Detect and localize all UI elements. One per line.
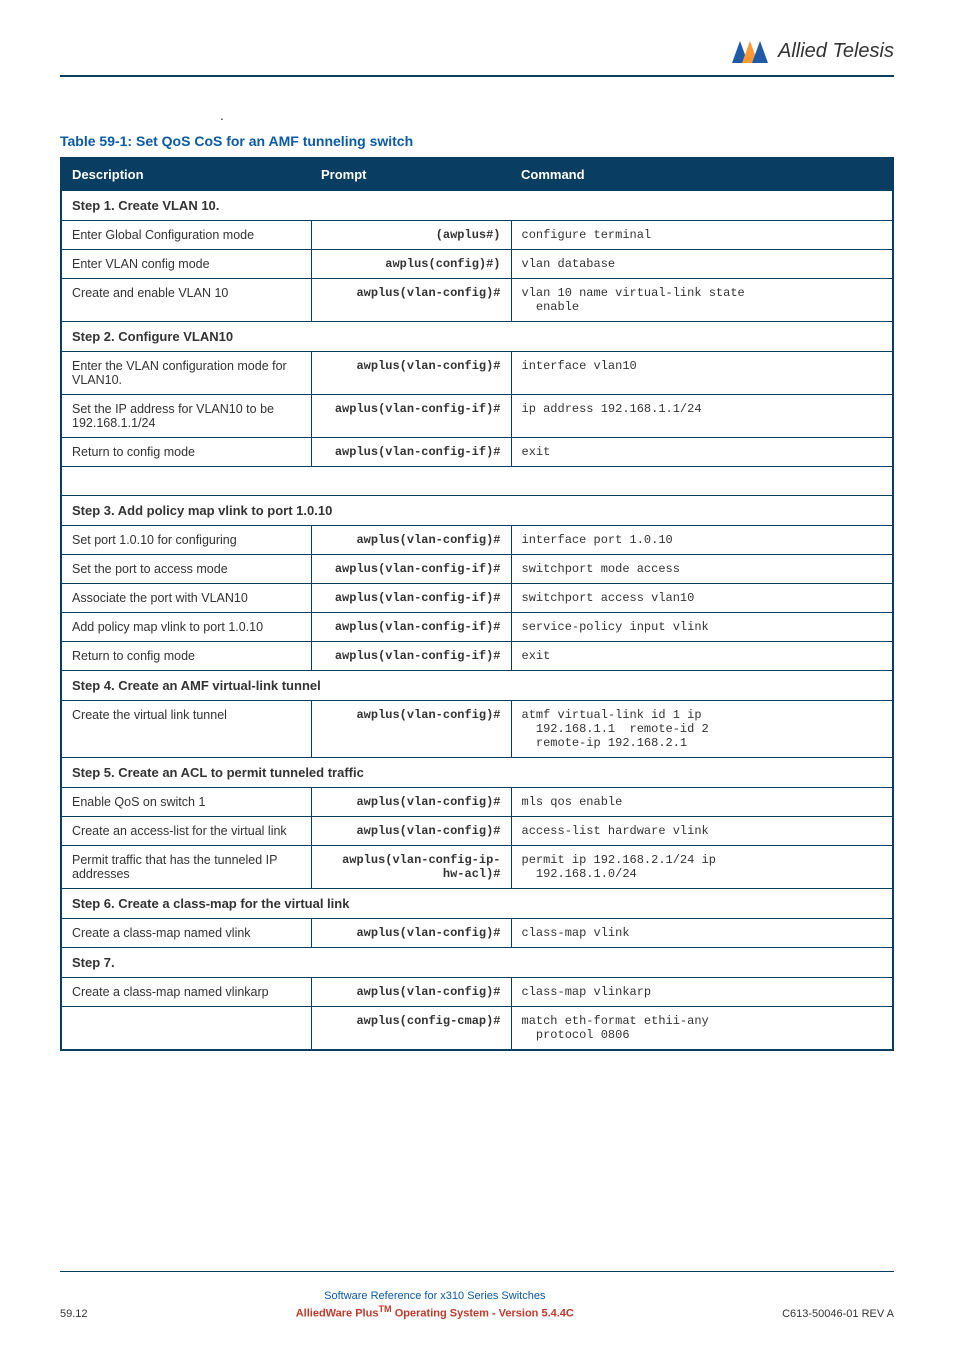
table-row: awplus(config-cmap)#match eth-format eth…	[61, 1007, 893, 1051]
table-row: Create an access-list for the virtual li…	[61, 817, 893, 846]
cell-prompt: awplus(vlan-config-if)#	[311, 438, 511, 467]
cell-desc: Set the port to access mode	[61, 555, 311, 584]
empty-row	[61, 467, 893, 496]
cell-prompt: awplus(vlan-config)#	[311, 919, 511, 948]
doc-revision: C613-50046-01 REV A	[782, 1308, 894, 1320]
cell-desc: Set the IP address for VLAN10 to be 192.…	[61, 395, 311, 438]
cell-desc: Enter VLAN config mode	[61, 250, 311, 279]
cell-cmd: atmf virtual-link id 1 ip 192.168.1.1 re…	[511, 701, 893, 758]
brand-logo: Allied Telesis	[732, 40, 894, 63]
page-footer: 59.12 Software Reference for x310 Series…	[60, 1271, 894, 1320]
table-row: Enter the VLAN configuration mode for VL…	[61, 352, 893, 395]
cell-cmd: vlan database	[511, 250, 893, 279]
cell-prompt: awplus(vlan-config)#	[311, 279, 511, 322]
cell-cmd: vlan 10 name virtual-link state enable	[511, 279, 893, 322]
decorative-dot: .	[220, 107, 894, 123]
table-row: Associate the port with VLAN10awplus(vla…	[61, 584, 893, 613]
step3-title: Step 3. Add policy map vlink to port 1.0…	[61, 496, 893, 526]
cell-desc: Return to config mode	[61, 642, 311, 671]
table-row: Enable QoS on switch 1awplus(vlan-config…	[61, 788, 893, 817]
footer-center: Software Reference for x310 Series Switc…	[296, 1290, 574, 1320]
cell-desc: Set port 1.0.10 for configuring	[61, 526, 311, 555]
cell-desc: Return to config mode	[61, 438, 311, 467]
allied-telesis-icon	[732, 41, 772, 63]
cell-desc: Create a class-map named vlink	[61, 919, 311, 948]
table-row: Permit traffic that has the tunneled IP …	[61, 846, 893, 889]
cell-desc: Create a class-map named vlinkarp	[61, 978, 311, 1007]
cell-prompt: awplus(vlan-config)#	[311, 788, 511, 817]
cell-cmd: switchport access vlan10	[511, 584, 893, 613]
cell-cmd: exit	[511, 438, 893, 467]
cell-desc: Create and enable VLAN 10	[61, 279, 311, 322]
table-caption: Table 59-1: Set QoS CoS for an AMF tunne…	[60, 133, 894, 149]
cell-desc	[61, 1007, 311, 1051]
cell-prompt: awplus(vlan-config-if)#	[311, 395, 511, 438]
table-row: Return to config modeawplus(vlan-config-…	[61, 642, 893, 671]
header-rule	[60, 75, 894, 77]
cell-prompt: awplus(config)#)	[311, 250, 511, 279]
table-row: Enter VLAN config modeawplus(config)#)vl…	[61, 250, 893, 279]
cell-prompt: awplus(vlan-config-if)#	[311, 584, 511, 613]
cell-cmd: interface port 1.0.10	[511, 526, 893, 555]
table-row: Add policy map vlink to port 1.0.10awplu…	[61, 613, 893, 642]
step7-title: Step 7.	[61, 948, 893, 978]
cell-desc: Associate the port with VLAN10	[61, 584, 311, 613]
col-prompt: Prompt	[311, 158, 511, 191]
cell-cmd: exit	[511, 642, 893, 671]
step6-title: Step 6. Create a class-map for the virtu…	[61, 889, 893, 919]
cell-prompt: awplus(vlan-config-if)#	[311, 642, 511, 671]
cell-cmd: mls qos enable	[511, 788, 893, 817]
cell-desc: Create the virtual link tunnel	[61, 701, 311, 758]
table-row: Create and enable VLAN 10awplus(vlan-con…	[61, 279, 893, 322]
footer-version: AlliedWare PlusTM Operating System - Ver…	[296, 1304, 574, 1320]
footer-rule	[60, 1271, 894, 1272]
table-row: Set the port to access modeawplus(vlan-c…	[61, 555, 893, 584]
config-table: Description Prompt Command Step 1. Creat…	[60, 157, 894, 1051]
cell-cmd: access-list hardware vlink	[511, 817, 893, 846]
cell-cmd: class-map vlink	[511, 919, 893, 948]
cell-cmd: service-policy input vlink	[511, 613, 893, 642]
cell-prompt: awplus(vlan-config)#	[311, 701, 511, 758]
step4-title: Step 4. Create an AMF virtual-link tunne…	[61, 671, 893, 701]
table-row: Create a class-map named vlinkarpawplus(…	[61, 978, 893, 1007]
table-row: Set the IP address for VLAN10 to be 192.…	[61, 395, 893, 438]
cell-cmd: interface vlan10	[511, 352, 893, 395]
cell-prompt: awplus(vlan-config-if)#	[311, 613, 511, 642]
page-number: 59.12	[60, 1308, 88, 1320]
cell-prompt: awplus(vlan-config-ip- hw-acl)#	[311, 846, 511, 889]
cell-prompt: awplus(vlan-config-if)#	[311, 555, 511, 584]
cell-prompt: awplus(vlan-config)#	[311, 526, 511, 555]
cell-prompt: awplus(config-cmap)#	[311, 1007, 511, 1051]
cell-prompt: (awplus#)	[311, 221, 511, 250]
cell-cmd: configure terminal	[511, 221, 893, 250]
table-row: Create the virtual link tunnelawplus(vla…	[61, 701, 893, 758]
step1-title: Step 1. Create VLAN 10.	[61, 191, 893, 221]
cell-desc: Enable QoS on switch 1	[61, 788, 311, 817]
brand-text: Allied Telesis	[778, 40, 894, 63]
cell-desc: Enter the VLAN configuration mode for VL…	[61, 352, 311, 395]
footer-title: Software Reference for x310 Series Switc…	[296, 1290, 574, 1302]
step2-title: Step 2. Configure VLAN10	[61, 322, 893, 352]
cell-desc: Permit traffic that has the tunneled IP …	[61, 846, 311, 889]
cell-prompt: awplus(vlan-config)#	[311, 817, 511, 846]
table-row: Create a class-map named vlinkawplus(vla…	[61, 919, 893, 948]
table-row: Set port 1.0.10 for configuringawplus(vl…	[61, 526, 893, 555]
cell-prompt: awplus(vlan-config)#	[311, 978, 511, 1007]
col-command: Command	[511, 158, 893, 191]
table-row: Return to config modeawplus(vlan-config-…	[61, 438, 893, 467]
cell-desc: Create an access-list for the virtual li…	[61, 817, 311, 846]
step5-title: Step 5. Create an ACL to permit tunneled…	[61, 758, 893, 788]
cell-cmd: ip address 192.168.1.1/24	[511, 395, 893, 438]
cell-desc: Enter Global Configuration mode	[61, 221, 311, 250]
page-header: Allied Telesis	[60, 40, 894, 63]
cell-prompt: awplus(vlan-config)#	[311, 352, 511, 395]
cell-desc: Add policy map vlink to port 1.0.10	[61, 613, 311, 642]
cell-cmd: class-map vlinkarp	[511, 978, 893, 1007]
table-header-row: Description Prompt Command	[61, 158, 893, 191]
col-description: Description	[61, 158, 311, 191]
table-row: Enter Global Configuration mode(awplus#)…	[61, 221, 893, 250]
cell-cmd: switchport mode access	[511, 555, 893, 584]
cell-cmd: match eth-format ethii-any protocol 0806	[511, 1007, 893, 1051]
cell-cmd: permit ip 192.168.2.1/24 ip 192.168.1.0/…	[511, 846, 893, 889]
